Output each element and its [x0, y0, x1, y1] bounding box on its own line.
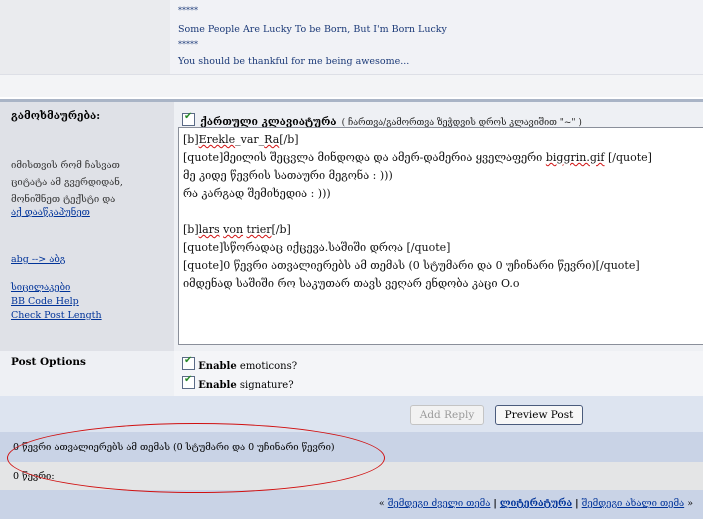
- textarea-text: მე კიდე წევრის სათაური მეგონა : ))): [183, 169, 393, 182]
- textarea-line: [183, 203, 699, 221]
- message-label: გამოხმაურება:: [11, 110, 101, 122]
- spacer-row: [0, 74, 703, 97]
- forum-link[interactable]: ლიტერატურა: [500, 498, 572, 509]
- add-reply-button[interactable]: Add Reply: [410, 405, 484, 425]
- enable-emoticons-word: Enable: [198, 361, 237, 372]
- bbcode-help-link[interactable]: BB Code Help: [11, 296, 79, 307]
- signature-left-column: [0, 0, 170, 74]
- textarea-line: მე კიდე წევრის სათაური მეგონა : ))): [183, 167, 699, 185]
- quote-help-line-3: მონიშნეთ ტექსტი და: [11, 194, 116, 205]
- signature-line-2: You should be thankful for me being awes…: [178, 56, 410, 67]
- textarea-text: [/quote]: [604, 151, 652, 164]
- signature-checkbox[interactable]: [182, 374, 195, 389]
- post-options-label: Post Options: [11, 356, 86, 368]
- nav-open-guillemet: «: [378, 498, 385, 509]
- textarea-text: [/b]: [271, 223, 291, 236]
- nav-close-guillemet: »: [687, 498, 693, 509]
- misspelled-word: lars: [198, 223, 220, 236]
- signature-stars-1: *****: [178, 6, 198, 15]
- textarea-line: [quote]სწორადაც იქცევა.საშიში დროა [/quo…: [183, 239, 699, 257]
- misspelled-word: Ra: [264, 133, 280, 146]
- misspelled-word: von: [223, 223, 244, 236]
- quote-help-line-1: იმისთვის რომ ჩასვათ: [11, 160, 120, 171]
- textarea-line: [b]Erekle_var_Ra[/b]: [183, 131, 699, 149]
- post-options-left: Post Options: [0, 351, 174, 396]
- next-topic-link[interactable]: შემდეგი ახალი თემა: [582, 498, 684, 509]
- signature-stars-2: *****: [178, 40, 198, 49]
- misspelled-word: biggrin.gif: [545, 151, 605, 164]
- misspelled-word: trier: [246, 223, 272, 236]
- textarea-text: [quote]სწორადაც იქცევა.საშიში დროა [/quo…: [183, 241, 451, 254]
- transliteration-link[interactable]: abg --> აბგ: [11, 254, 65, 265]
- keyboard-checkbox[interactable]: [182, 111, 195, 126]
- post-options-right: Enable emoticons? Enable signature?: [174, 351, 703, 396]
- textarea-text: რა კარგად შემიხედია : ))): [183, 187, 331, 200]
- textarea-text: [/b]: [279, 133, 299, 146]
- emoticons-text: emoticons?: [239, 361, 298, 372]
- nav-separator-1: |: [493, 498, 497, 509]
- textarea-line: [b]lars von trier[/b]: [183, 221, 699, 239]
- textarea-text: იმდენად საშიში რო საკუთარ თავს ვეღარ ენდ…: [183, 277, 520, 290]
- quote-help-line-2: ციტატა ამ გვერდიდან,: [11, 177, 123, 188]
- emoticons-checkbox[interactable]: [182, 355, 195, 370]
- enable-emoticons-option[interactable]: Enable emoticons?: [182, 355, 298, 372]
- textarea-line: [quote]მეილის შეცვლა მინდოდა და ამერ-დამ…: [183, 149, 699, 167]
- textarea-text: [quote]მეილის შეცვლა მინდოდა და ამერ-დამ…: [183, 151, 546, 164]
- topic-navigation: « შემდეგი ძველი თემა | ლიტერატურა | შემდ…: [0, 490, 703, 519]
- message-textarea[interactable]: [b]Erekle_var_Ra[/b] [quote]მეილის შეცვლა…: [178, 127, 703, 345]
- annotation-ellipse: [7, 423, 385, 493]
- textarea-text: [b]: [183, 133, 199, 146]
- smilies-link[interactable]: სიცილაკები: [11, 282, 70, 293]
- signature-area: ***** Some People Are Lucky To be Born, …: [0, 0, 703, 74]
- quote-help-text: იმისთვის რომ ჩასვათ ციტატა ამ გვერდიდან,…: [11, 157, 123, 208]
- signature-line-1: Some People Are Lucky To be Born, But I'…: [178, 24, 447, 35]
- check-post-length-link[interactable]: Check Post Length: [11, 310, 102, 321]
- topic-nav-links: « შემდეგი ძველი თემა | ლიტერატურა | შემდ…: [379, 498, 693, 509]
- textarea-text: [b]: [183, 223, 199, 236]
- signature-text: signature?: [239, 380, 294, 391]
- enable-signature-option[interactable]: Enable signature?: [182, 374, 294, 391]
- previous-topic-link[interactable]: შემდეგი ძველი თემა: [388, 498, 491, 509]
- preview-post-button[interactable]: Preview Post: [495, 405, 583, 425]
- textarea-line: რა კარგად შემიხედია : ))): [183, 185, 699, 203]
- textarea-text: _var_: [235, 133, 265, 146]
- enable-signature-word: Enable: [198, 380, 237, 391]
- misspelled-word: Erekle: [198, 133, 236, 146]
- textarea-line: იმდენად საშიში რო საკუთარ თავს ვეღარ ენდ…: [183, 275, 699, 293]
- quote-help-link[interactable]: აქ დააწკაპუნეთ: [11, 207, 90, 218]
- textarea-line: [quote]0 წევრი ათვალიერებს ამ თემას (0 ს…: [183, 257, 699, 275]
- message-left-panel: გამოხმაურება: იმისთვის რომ ჩასვათ ციტატა…: [0, 99, 174, 354]
- textarea-text: [quote]0 წევრი ათვალიერებს ამ თემას (0 ს…: [183, 259, 640, 272]
- nav-separator-2: |: [575, 498, 579, 509]
